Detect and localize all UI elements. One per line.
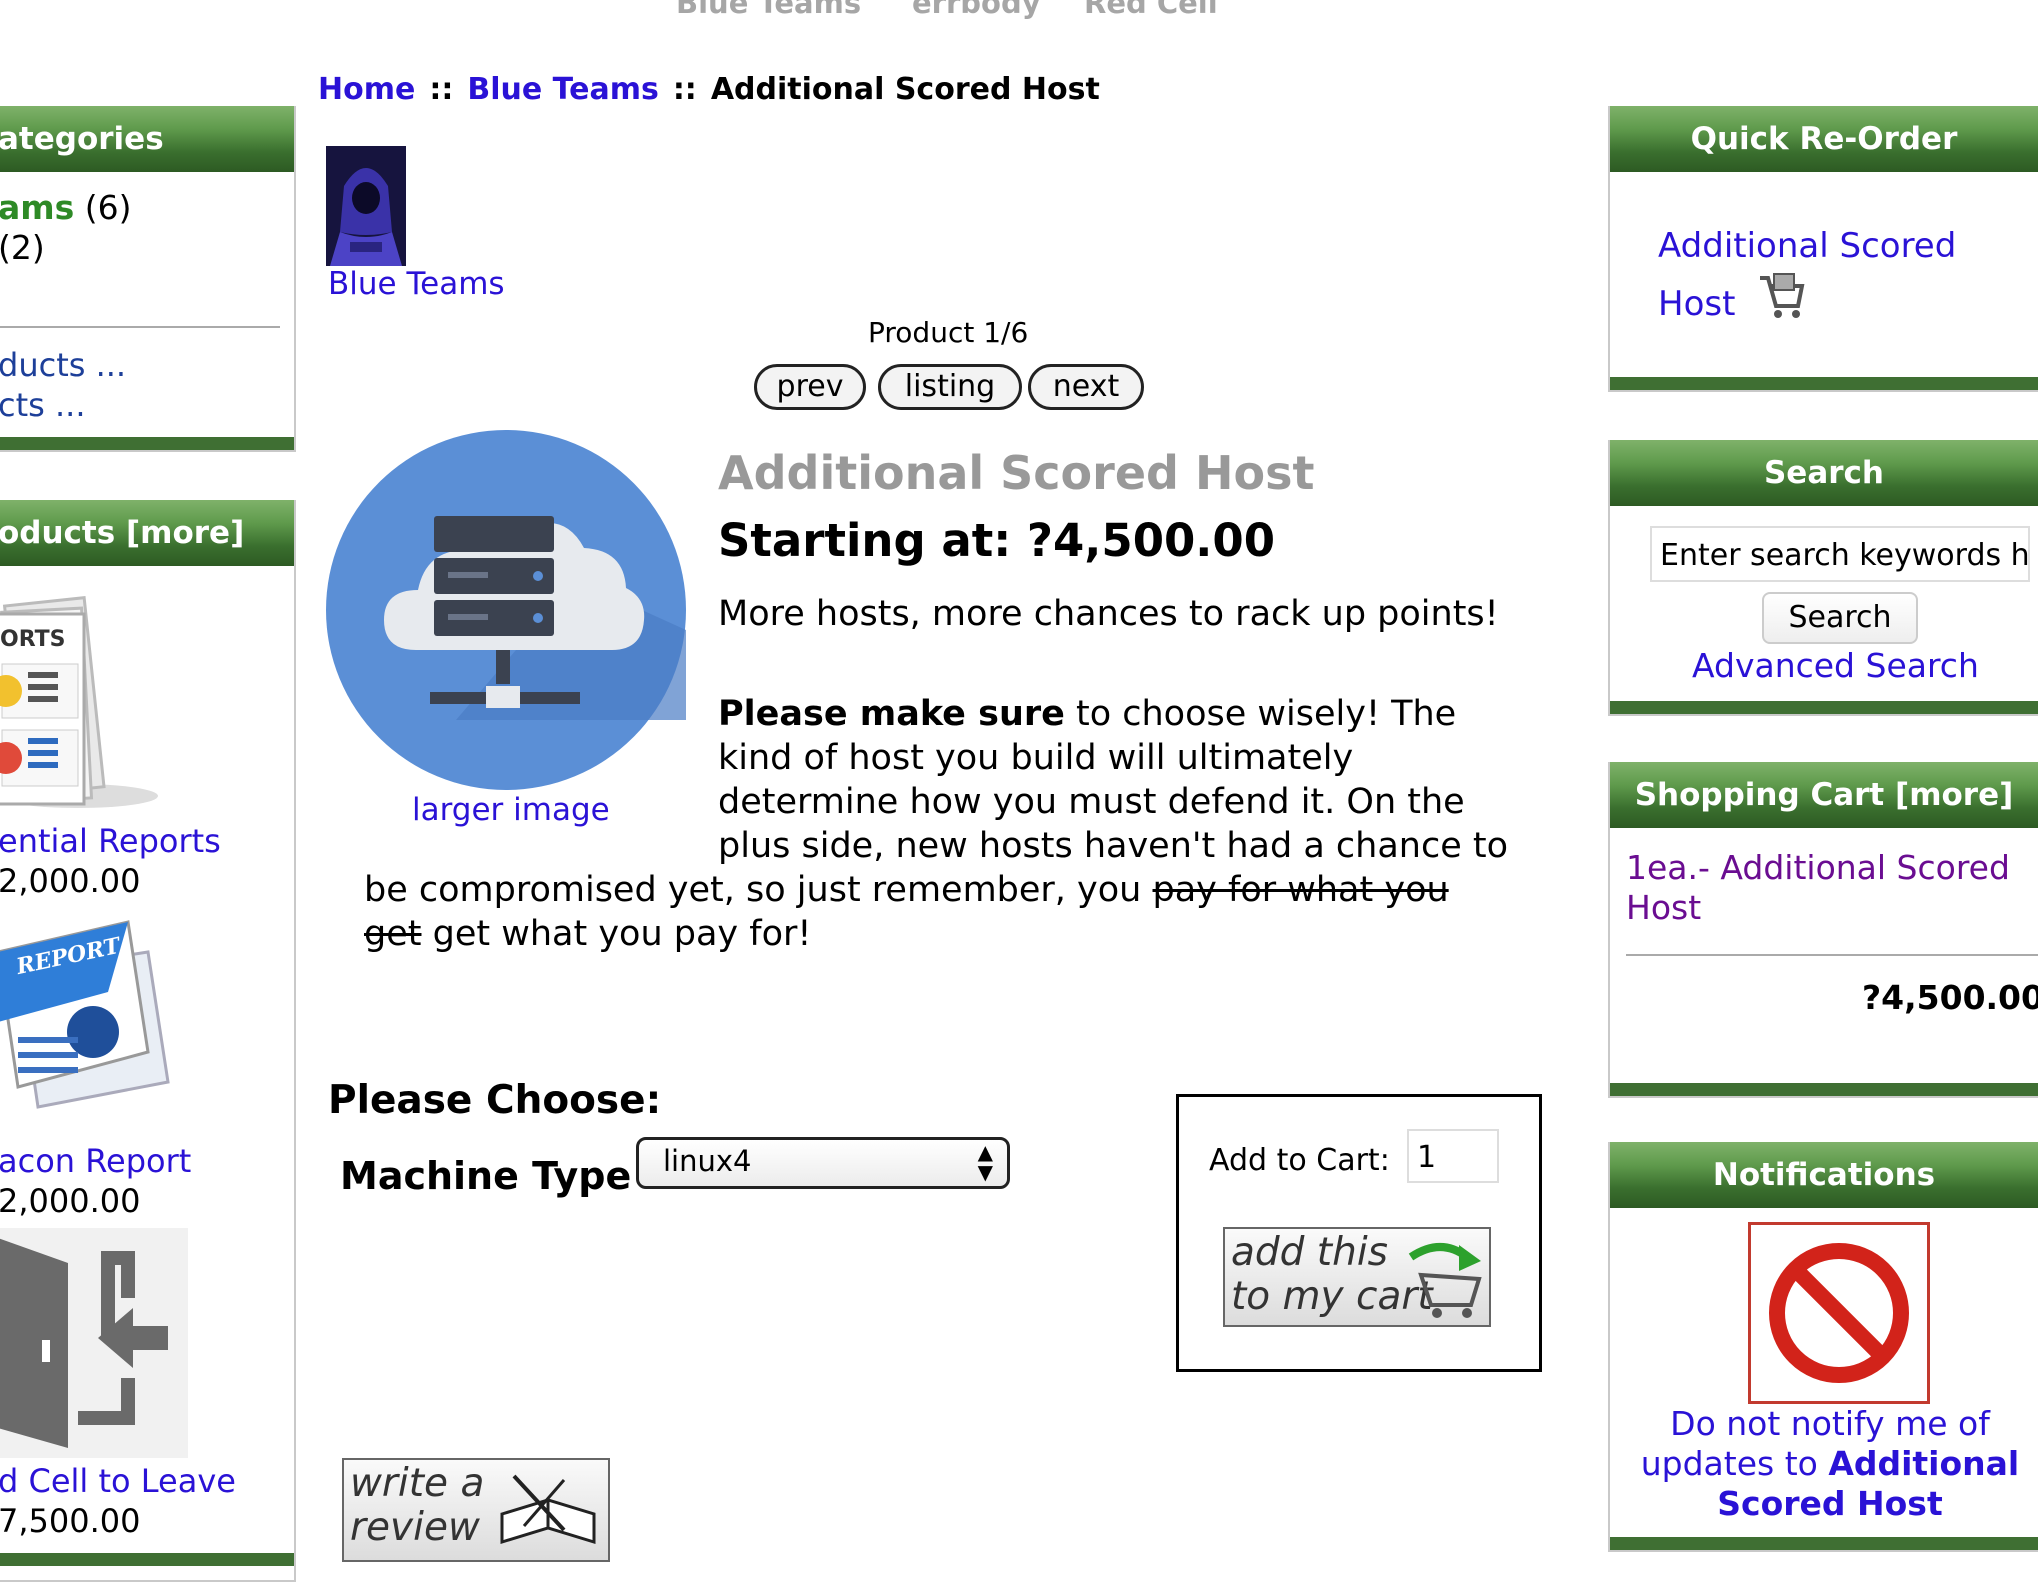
all-products-link[interactable]: cts ... (0, 386, 86, 424)
reorder-item-link[interactable]: Additional Scored (1658, 226, 1956, 266)
category-name[interactable]: ams (0, 188, 74, 227)
breadcrumb-separator: :: (429, 72, 454, 107)
attribute-label: Machine Type (340, 1154, 632, 1198)
notify-line2: updates to (1640, 1444, 1829, 1483)
larger-image-link[interactable]: larger image (412, 792, 610, 828)
desc-text: be compromised yet, so just remember, yo… (364, 870, 1153, 910)
nav-blue-teams[interactable]: Blue Teams (676, 0, 861, 20)
write-review-button[interactable]: write a review (342, 1458, 610, 1562)
breadcrumb-current: Additional Scored Host (710, 72, 1100, 107)
breadcrumb-home[interactable]: Home (318, 72, 415, 107)
quick-reorder-box: Quick Re-Order Additional Scored Host (1608, 106, 2038, 392)
search-button[interactable]: Search (1762, 592, 1918, 644)
select-arrows-icon: ▲ ▼ (977, 1140, 993, 1184)
product-description: Please make sure to choose wisely! The k… (718, 692, 1508, 868)
notify-product: Scored Host (1717, 1484, 1943, 1523)
nav-red-cell[interactable]: Red Cell (1084, 0, 1218, 20)
category-count: (2) (0, 228, 45, 267)
product-tagline: More hosts, more chances to rack up poin… (718, 594, 1499, 634)
desc-text: plus side, new hosts haven't had a chanc… (718, 826, 1508, 866)
notifications-header: Notifications (1610, 1142, 2038, 1208)
box-footer (1610, 1537, 2038, 1550)
breadcrumb: Home:: Blue Teams:: Additional Scored Host (318, 72, 1100, 107)
notify-product: Additional (1828, 1444, 2020, 1483)
box-footer (0, 437, 294, 450)
search-box: Search Enter search keywords h Search Ad… (1608, 440, 2038, 716)
category-item[interactable]: (2) (0, 228, 45, 267)
product-counter: Product 1/6 (868, 316, 1029, 349)
search-header: Search (1610, 440, 2038, 506)
product-image[interactable] (326, 430, 686, 790)
box-footer (1610, 377, 2038, 390)
please-choose-heading: Please Choose: (328, 1078, 662, 1123)
notifications-box: Notifications Do not notify me of update… (1608, 1142, 2038, 1552)
quick-reorder-header: Quick Re-Order (1610, 106, 2038, 172)
search-input[interactable]: Enter search keywords h (1650, 526, 2030, 582)
product-link[interactable]: ential Reports (0, 822, 221, 860)
product-price: 7,500.00 (0, 1502, 141, 1540)
category-image[interactable] (326, 146, 406, 266)
notify-line1: Do not notify me of (1670, 1404, 1990, 1443)
products-header: oducts [more] (0, 500, 294, 566)
desc-text: determine how you must defend it. On the (718, 782, 1465, 822)
notify-toggle-link[interactable]: Do not notify me of updates to Additiona… (1610, 1404, 2038, 1524)
product-price-main: Starting at: ?4,500.00 (718, 514, 1276, 567)
desc-text: get what you pay for! (421, 914, 812, 954)
add-to-cart-label: Add to Cart: (1209, 1143, 1390, 1178)
product-link[interactable]: d Cell to Leave (0, 1462, 236, 1500)
categories-header: ategories (0, 106, 294, 172)
product-description-cont: be compromised yet, so just remember, yo… (364, 868, 1449, 956)
add-to-cart-button[interactable]: add this to my cart (1223, 1227, 1491, 1327)
cart-item-link[interactable]: Host (1626, 888, 1701, 927)
book-pen-icon (500, 1474, 596, 1545)
breadcrumb-category[interactable]: Blue Teams (467, 72, 658, 107)
reports-icon[interactable]: ORTS (0, 584, 158, 814)
svg-text:ORTS: ORTS (0, 627, 66, 652)
desc-bold: Please make sure (718, 694, 1065, 734)
desc-text: to choose wisely! The (1064, 694, 1457, 734)
new-products-link[interactable]: ducts ... (0, 346, 126, 384)
nav-errbody[interactable]: errbody (912, 0, 1041, 20)
prev-button[interactable]: prev (754, 364, 866, 410)
quantity-input[interactable]: 1 (1407, 1129, 1499, 1183)
divider (1626, 954, 2038, 956)
cart-item-link[interactable]: 1ea.- Additional Scored (1626, 848, 2010, 887)
box-footer (0, 1553, 294, 1566)
product-link[interactable]: acon Report (0, 1142, 191, 1180)
desc-strikethrough: get (364, 914, 422, 954)
report-icon[interactable]: REPORT (0, 912, 178, 1112)
category-count: (6) (84, 188, 132, 227)
cart-icon[interactable] (1756, 270, 1806, 320)
select-value: linux4 (663, 1144, 752, 1178)
shopping-cart-box: Shopping Cart [more] 1ea.- Additional Sc… (1608, 762, 2038, 1098)
next-button[interactable]: next (1028, 364, 1144, 410)
advanced-search-link[interactable]: Advanced Search (1692, 646, 1979, 685)
desc-strikethrough: pay for what you (1152, 870, 1449, 910)
listing-button[interactable]: listing (878, 364, 1022, 410)
machine-type-select[interactable]: linux4 ▲ ▼ (636, 1137, 1010, 1189)
cart-total: ?4,500.00 (1862, 978, 2038, 1017)
box-footer (1610, 1083, 2038, 1096)
box-footer (1610, 701, 2038, 714)
categories-box: ategories ams (6) (2) ducts ... cts ... (0, 106, 296, 452)
breadcrumb-separator: :: (672, 72, 697, 107)
cart-arrow-icon (1408, 1243, 1482, 1318)
product-price: 2,000.00 (0, 862, 141, 900)
reorder-item-link[interactable]: Host (1658, 284, 1735, 324)
category-item[interactable]: ams (6) (0, 188, 132, 227)
product-price: 2,000.00 (0, 1182, 141, 1220)
shopping-cart-header[interactable]: Shopping Cart [more] (1610, 762, 2038, 828)
no-notify-icon[interactable] (1748, 1222, 1930, 1404)
add-to-cart-box: Add to Cart: 1 add this to my cart (1176, 1094, 1542, 1372)
desc-text: kind of host you build will ultimately (718, 738, 1354, 778)
exit-door-icon[interactable] (0, 1228, 188, 1458)
divider (0, 326, 280, 328)
category-image-label[interactable]: Blue Teams (328, 266, 505, 302)
product-name: Additional Scored Host (718, 446, 1315, 500)
products-box: oducts [more] ORTS ential Reports 2,000.… (0, 500, 296, 1582)
